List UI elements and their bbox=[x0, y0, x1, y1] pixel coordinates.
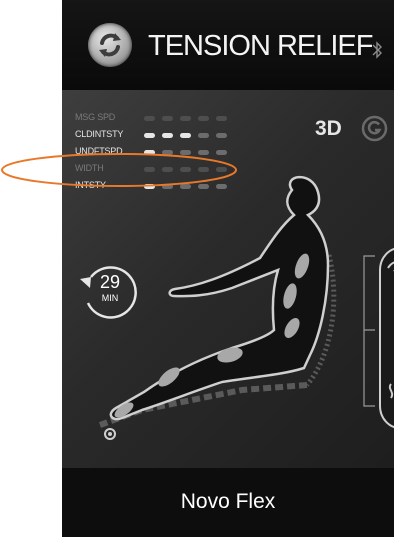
level-dot bbox=[216, 116, 227, 121]
g-mode-icon[interactable] bbox=[361, 115, 388, 142]
level-dot bbox=[198, 133, 209, 138]
level-dot bbox=[162, 133, 173, 138]
side-bracket bbox=[363, 255, 375, 407]
level-dot bbox=[144, 133, 155, 138]
brand-name: Novo Flex bbox=[180, 490, 276, 513]
highlight-callout bbox=[1, 153, 237, 187]
mode-3d-label[interactable]: 3D bbox=[315, 117, 342, 141]
footer-bar: Novo Flex bbox=[62, 468, 394, 537]
level-dot bbox=[162, 116, 173, 121]
setting-label-msg spd: MSG SPD bbox=[75, 112, 116, 122]
program-title: TENSION RELIEF bbox=[148, 30, 373, 62]
side-control-panel bbox=[379, 247, 394, 429]
header-bar: TENSION RELIEF bbox=[62, 0, 394, 90]
level-dot bbox=[180, 116, 191, 121]
setting-label-cldintsty: CLDINTSTY bbox=[75, 129, 124, 139]
level-dot bbox=[216, 133, 227, 138]
refresh-icon bbox=[99, 33, 121, 57]
level-dot bbox=[180, 133, 191, 138]
timer-unit: MIN bbox=[101, 293, 119, 303]
level-dot bbox=[198, 116, 209, 121]
refresh-button[interactable] bbox=[88, 23, 132, 67]
bluetooth-icon bbox=[372, 41, 382, 59]
timer-minutes: 29 bbox=[99, 272, 121, 292]
remote-screen: TENSION RELIEF 3D 29 MIN Novo Flex MSG S… bbox=[62, 0, 394, 537]
level-dot bbox=[144, 116, 155, 121]
